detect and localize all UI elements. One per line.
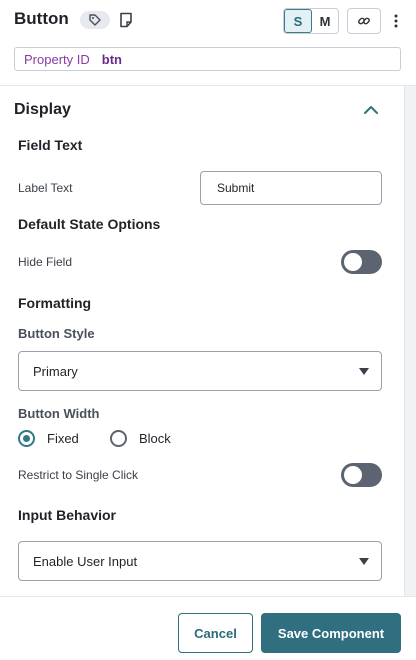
- property-id-label: Property ID: [24, 51, 90, 67]
- caret-down-icon: [359, 368, 369, 375]
- display-section-header[interactable]: Display: [0, 87, 404, 133]
- button-style-label: Button Style: [18, 326, 95, 341]
- document-icon: [120, 12, 132, 28]
- property-id-field[interactable]: Property ID btn: [14, 47, 401, 71]
- save-component-button[interactable]: Save Component: [261, 613, 401, 653]
- caret-down-icon: [359, 558, 369, 565]
- component-title: Button: [14, 9, 69, 28]
- button-style-value: Primary: [33, 363, 78, 379]
- toggle-knob: [344, 466, 362, 484]
- link-button[interactable]: [347, 8, 381, 34]
- display-section-title: Display: [14, 101, 71, 118]
- formatting-heading: Formatting: [18, 295, 92, 311]
- width-option-label: Block: [139, 431, 171, 446]
- hide-field-toggle[interactable]: [341, 250, 382, 274]
- label-text-label: Label Text: [18, 181, 73, 195]
- notes-button[interactable]: [118, 11, 134, 29]
- scrollbar[interactable]: [404, 86, 416, 596]
- input-behavior-select[interactable]: Enable User Input: [18, 541, 382, 581]
- cancel-button[interactable]: Cancel: [178, 613, 253, 653]
- restrict-single-click-label: Restrict to Single Click: [18, 468, 139, 482]
- width-option-block[interactable]: Block: [110, 430, 171, 447]
- default-state-heading: Default State Options: [18, 216, 161, 232]
- size-m-button[interactable]: M: [312, 9, 338, 33]
- size-s-button[interactable]: S: [284, 9, 312, 33]
- input-behavior-heading: Input Behavior: [18, 507, 117, 523]
- property-id-value: btn: [101, 51, 122, 67]
- hide-field-label: Hide Field: [18, 255, 73, 269]
- button-width-label: Button Width: [18, 406, 100, 421]
- field-text-heading: Field Text: [18, 137, 83, 153]
- toggle-knob: [344, 253, 362, 271]
- width-option-label: Fixed: [47, 431, 79, 446]
- width-option-fixed[interactable]: Fixed: [18, 430, 79, 447]
- link-icon: [358, 17, 370, 25]
- radio-selected-icon: [18, 430, 35, 447]
- tag-icon: [89, 14, 101, 26]
- input-behavior-value: Enable User Input: [33, 553, 138, 569]
- size-toggle-group: S M: [283, 8, 339, 34]
- restrict-single-click-toggle[interactable]: [341, 463, 382, 487]
- chevron-up-icon[interactable]: [361, 100, 381, 120]
- label-text-input[interactable]: Submit: [200, 171, 382, 205]
- tag-button[interactable]: [80, 11, 110, 29]
- more-vertical-icon: [394, 14, 398, 28]
- more-options-button[interactable]: [386, 8, 406, 34]
- radio-unselected-icon: [110, 430, 127, 447]
- button-style-select[interactable]: Primary: [18, 351, 382, 391]
- panel-header: Button S M Property ID btn: [0, 0, 416, 86]
